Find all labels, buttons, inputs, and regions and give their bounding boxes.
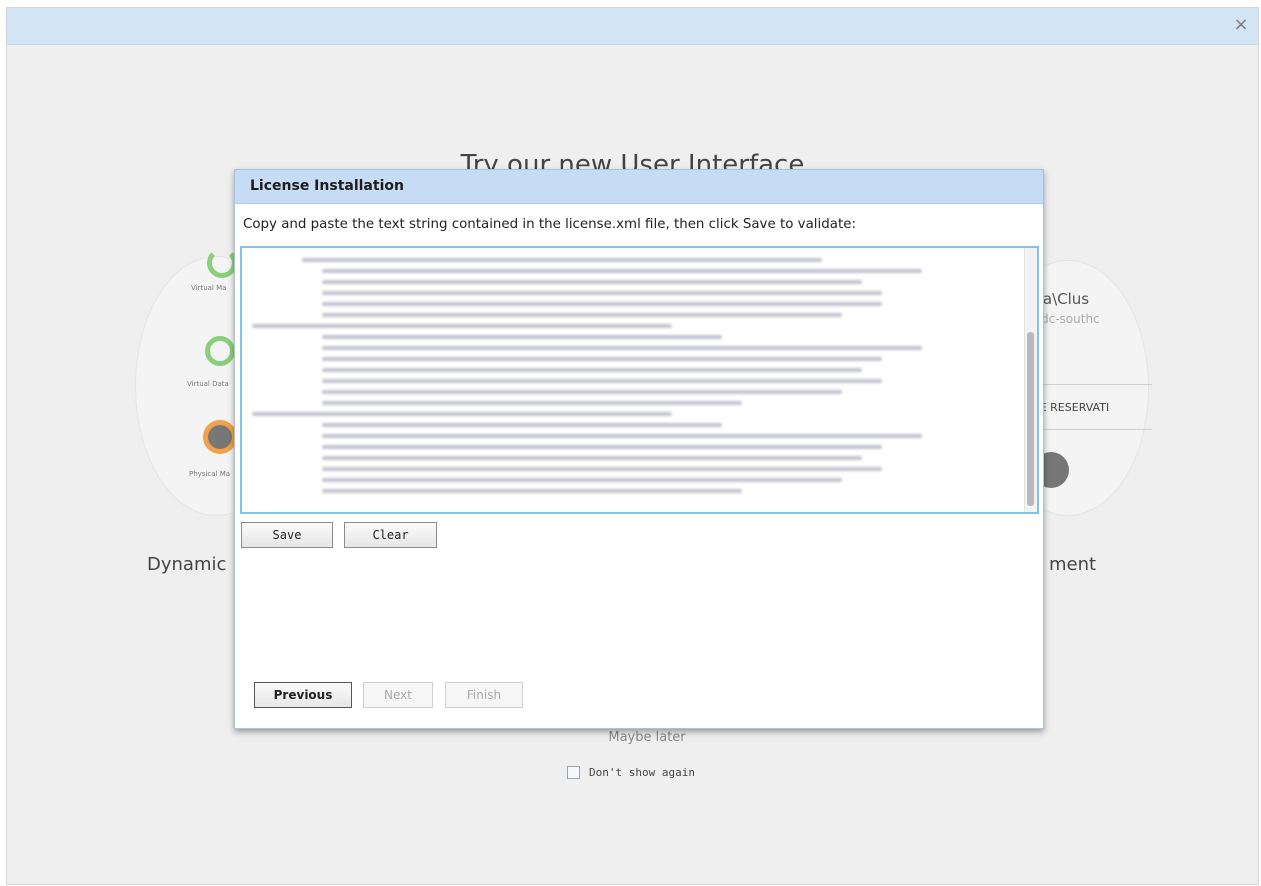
cluster-sublabel: dc-southc xyxy=(1041,312,1100,326)
license-textarea[interactable] xyxy=(240,246,1039,514)
license-installation-dialog: License Installation Copy and paste the … xyxy=(234,169,1044,729)
orange-ring-icon xyxy=(203,420,237,454)
close-icon[interactable]: × xyxy=(1230,14,1252,36)
overlay-header: × xyxy=(7,8,1258,45)
maybe-later-link[interactable]: Maybe later xyxy=(587,730,707,745)
finish-button[interactable]: Finish xyxy=(445,682,523,708)
dont-show-again[interactable]: Don't show again xyxy=(567,763,695,781)
dont-show-label: Don't show again xyxy=(589,765,695,779)
diagram-label: Virtual Data xyxy=(187,380,229,388)
cluster-label: ta\Clus xyxy=(1037,290,1090,308)
caption-right: ment xyxy=(1049,554,1097,575)
scrollbar-thumb[interactable] xyxy=(1027,332,1034,506)
caption-left: Dynamic xyxy=(147,554,227,575)
green-ring-icon xyxy=(205,336,235,366)
save-button[interactable]: Save xyxy=(241,522,333,548)
reserve-button[interactable]: TE RESERVATI xyxy=(1027,384,1152,430)
instructions-text: Copy and paste the text string contained… xyxy=(243,217,856,232)
next-button[interactable]: Next xyxy=(363,682,433,708)
dont-show-checkbox[interactable] xyxy=(567,765,580,779)
license-text-content xyxy=(252,256,1017,512)
diagram-label: Virtual Ma xyxy=(191,284,227,292)
previous-button[interactable]: Previous xyxy=(254,682,352,708)
diagram-label: Physical Ma xyxy=(189,470,231,478)
clear-button[interactable]: Clear xyxy=(344,522,437,548)
textarea-scrollbar[interactable] xyxy=(1024,248,1037,512)
green-ring-icon xyxy=(207,248,237,278)
dialog-header: License Installation xyxy=(235,170,1043,204)
dialog-title: License Installation xyxy=(250,178,404,194)
